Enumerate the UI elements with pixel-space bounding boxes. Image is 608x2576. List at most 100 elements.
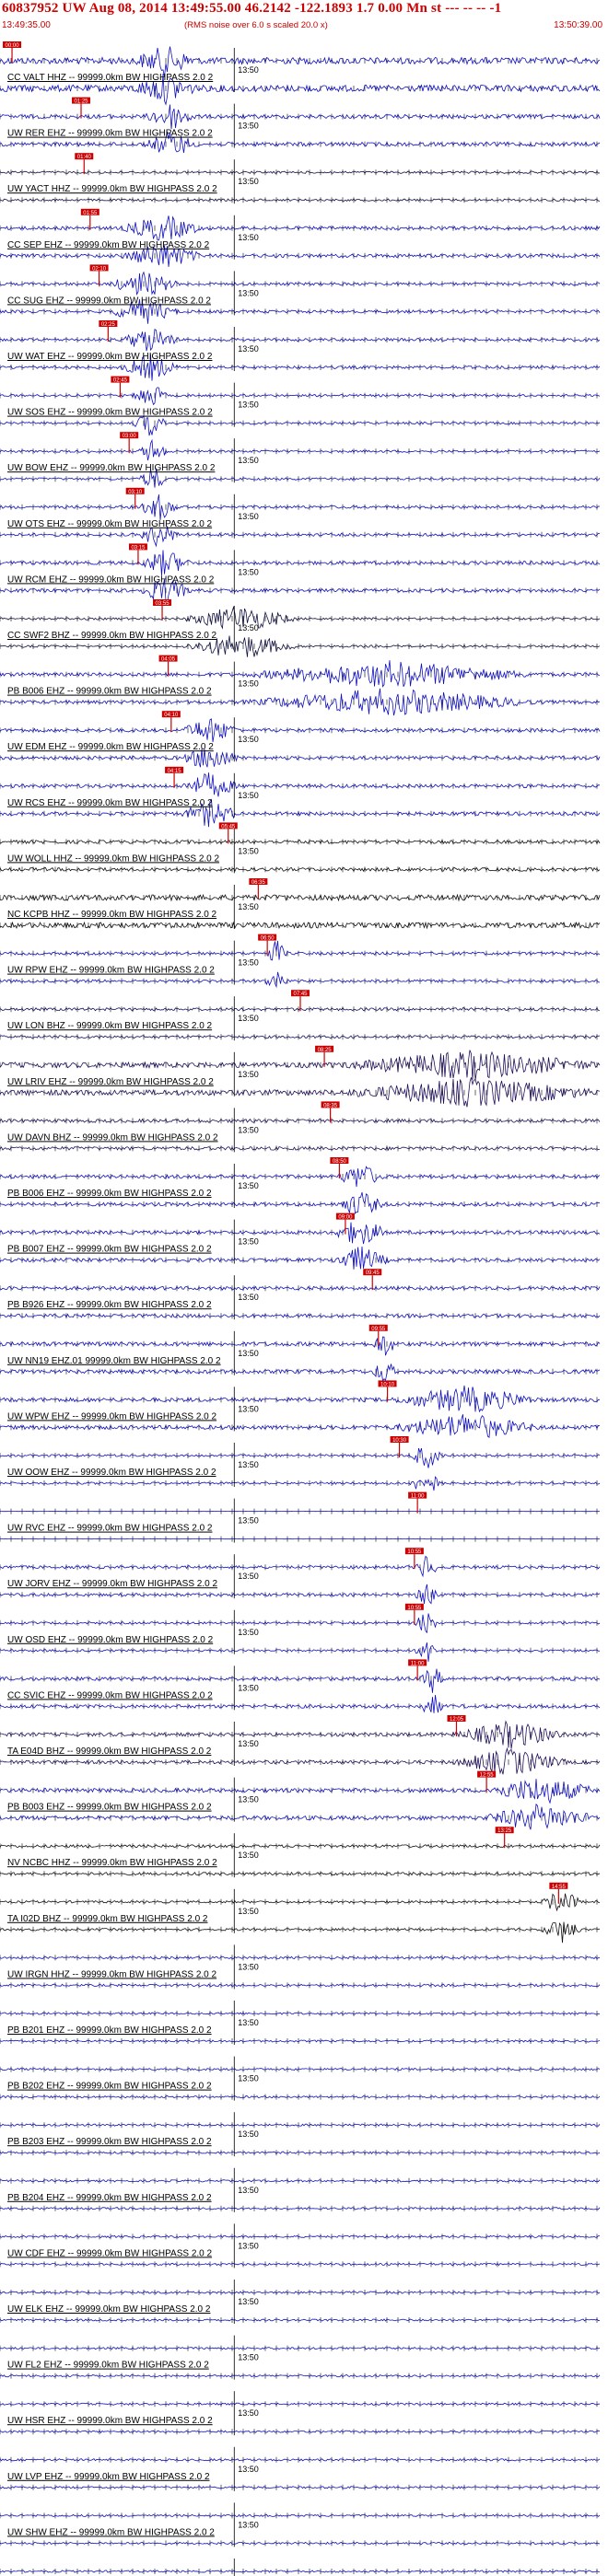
waveform bbox=[0, 660, 601, 688]
waveform bbox=[0, 2094, 601, 2099]
station-label: PB B926 EHZ -- 99999.0km BW HIGHPASS 2.0… bbox=[7, 1300, 212, 1310]
waveform bbox=[0, 2513, 601, 2518]
minute-label: 13:50 bbox=[238, 2465, 259, 2474]
trace-CC.SWF2.BHZ: CC SWF2 BHZ -- 99999.0km BW HIGHPASS 2.0… bbox=[0, 599, 601, 657]
minute-label: 13:50 bbox=[238, 791, 259, 800]
trace-UW.LVP.EHZ: UW LVP EHZ -- 99999.0km BW HIGHPASS 2.0 … bbox=[0, 2446, 601, 2491]
waveform bbox=[0, 2012, 601, 2015]
waveform bbox=[0, 605, 601, 630]
minute-label: 13:50 bbox=[238, 1293, 259, 1302]
waveform bbox=[0, 2262, 601, 2267]
station-label: CC SVIC EHZ -- 99999.0km BW HIGHPASS 2.0… bbox=[7, 1690, 213, 1700]
station-label: UW YACT HHZ -- 99999.0km BW HIGHPASS 2.0… bbox=[7, 184, 217, 194]
waveform bbox=[0, 271, 601, 296]
waveform bbox=[0, 2039, 601, 2043]
station-label: TA E04D BHZ -- 99999.0km BW HIGHPASS 2.0… bbox=[7, 1746, 212, 1757]
waveform bbox=[0, 494, 601, 520]
minute-label: 13:50 bbox=[238, 2018, 259, 2027]
time-ticks bbox=[0, 1368, 598, 1375]
station-label: PB B006 EHZ -- 99999.0km BW HIGHPASS 2.0… bbox=[7, 687, 212, 697]
minute-label: 13:50 bbox=[238, 1795, 259, 1804]
waveform bbox=[0, 2151, 601, 2154]
trace-UW.RVC.EHZ: UW RVC EHZ -- 99999.0km BW HIGHPASS 2.0 … bbox=[0, 1491, 601, 1543]
time-ticks bbox=[0, 950, 598, 957]
waveform bbox=[0, 1034, 601, 1039]
station-label: CC VALT HHZ -- 99999.0km BW HIGHPASS 2.0… bbox=[7, 73, 214, 83]
trace-PB.B006.EHZ: PB B006 EHZ -- 99999.0km BW HIGHPASS 2.0… bbox=[0, 655, 601, 716]
trace-UW.CDF.EHZ: UW CDF EHZ -- 99999.0km BW HIGHPASS 2.0 … bbox=[0, 2223, 601, 2269]
station-label: NV NCBC HHZ -- 99999.0km BW HIGHPASS 2.0… bbox=[7, 1858, 217, 1868]
trace-PB.B003.EHZ: PB B003 EHZ -- 99999.0km BW HIGHPASS 2.0… bbox=[0, 1770, 601, 1830]
station-label: PB B006 EHZ -- 99999.0km BW HIGHPASS 2.0… bbox=[7, 1189, 212, 1199]
station-label: PB B204 EHZ -- 99999.0km BW HIGHPASS 2.0… bbox=[7, 2193, 212, 2203]
waveform bbox=[0, 1843, 601, 1849]
station-label: UW WPW EHZ -- 99999.0km BW HIGHPASS 2.0 … bbox=[7, 1411, 217, 1421]
waveform bbox=[0, 866, 601, 873]
station-label: UW HSR EHZ -- 99999.0km BW HIGHPASS 2.0 … bbox=[7, 2416, 213, 2426]
minute-label: 13:50 bbox=[238, 1907, 259, 1916]
waveform bbox=[0, 1921, 601, 1944]
waveform bbox=[0, 921, 601, 930]
waveform bbox=[0, 2373, 601, 2378]
trace-PB.B006.EHZ: PB B006 EHZ -- 99999.0km BW HIGHPASS 2.0… bbox=[0, 1157, 601, 1214]
minute-label: 13:50 bbox=[238, 1125, 259, 1134]
waveform bbox=[0, 1893, 601, 1912]
waveform bbox=[0, 414, 601, 436]
trace-UW.OTS.EHZ: UW OTS EHZ -- 99999.0km BW HIGHPASS 2.0 … bbox=[0, 487, 601, 548]
minute-label: 13:50 bbox=[238, 456, 259, 465]
waveform bbox=[0, 893, 601, 902]
station-label: UW LON BHZ -- 99999.0km BW HIGHPASS 2.0 … bbox=[7, 1021, 213, 1031]
time-ticks bbox=[0, 252, 598, 259]
trace-UW.HSR.EHZ: UW HSR EHZ -- 99999.0km BW HIGHPASS 2.0 … bbox=[0, 2391, 601, 2436]
trace-PB.B202.EHZ: PB B202 EHZ -- 99999.0km BW HIGHPASS 2.0… bbox=[0, 2056, 601, 2101]
trace-UW.SHW.EHZ: UW SHW EHZ -- 99999.0km BW HIGHPASS 2.0 … bbox=[0, 2502, 601, 2547]
waveform bbox=[0, 2346, 601, 2350]
minute-label: 13:50 bbox=[238, 512, 259, 521]
minute-label: 13:50 bbox=[238, 1070, 259, 1079]
minute-label: 13:50 bbox=[238, 1962, 259, 1971]
minute-label: 13:50 bbox=[238, 679, 259, 689]
waveform bbox=[0, 1336, 601, 1356]
minute-label: 13:50 bbox=[238, 735, 259, 744]
trace-UW.LON.BHZ: UW LON BHZ -- 99999.0km BW HIGHPASS 2.0 … bbox=[0, 990, 601, 1041]
station-label: PB B003 EHZ -- 99999.0km BW HIGHPASS 2.0… bbox=[7, 1803, 212, 1813]
minute-label: 13:50 bbox=[238, 2241, 259, 2250]
station-label: UW RPW EHZ -- 99999.0km BW HIGHPASS 2.0 … bbox=[7, 966, 215, 976]
waveform bbox=[0, 1955, 601, 1960]
waveform bbox=[0, 839, 601, 845]
waveform bbox=[0, 387, 601, 406]
minute-label: 13:50 bbox=[238, 288, 259, 297]
station-label: UW RCS EHZ -- 99999.0km BW HIGHPASS 2.0 … bbox=[7, 798, 213, 808]
station-label: TA I02D BHZ -- 99999.0km BW HIGHPASS 2.0… bbox=[7, 1914, 208, 1924]
waveform bbox=[0, 2486, 601, 2489]
minute-label: 13:50 bbox=[238, 958, 259, 968]
waveform bbox=[0, 1871, 601, 1876]
time-ticks bbox=[0, 2456, 598, 2463]
waveform bbox=[0, 438, 601, 461]
trace-UW.WAT.EHZ: UW WAT EHZ -- 99999.0km BW HIGHPASS 2.0 … bbox=[0, 320, 601, 381]
minute-label: 13:50 bbox=[238, 1404, 259, 1413]
time-ticks bbox=[0, 420, 598, 426]
trace-UW.FL2.EHZ: UW FL2 EHZ -- 99999.0km BW HIGHPASS 2.0 … bbox=[0, 2335, 601, 2380]
waveform bbox=[0, 170, 601, 174]
station-label: UW RCM EHZ -- 99999.0km BW HIGHPASS 2.0 … bbox=[7, 574, 215, 585]
minute-label: 13:50 bbox=[238, 2353, 259, 2362]
trace-TA.I02D.BHZ: TA I02D BHZ -- 99999.0km BW HIGHPASS 2.0… bbox=[0, 1882, 601, 1944]
waveform bbox=[0, 1222, 601, 1245]
minute-label: 13:50 bbox=[238, 2074, 259, 2083]
waveform bbox=[0, 1313, 601, 1318]
minute-label: 13:50 bbox=[238, 1237, 259, 1247]
minute-label: 13:50 bbox=[238, 1739, 259, 1748]
waveform bbox=[0, 1983, 601, 1988]
minute-label: 13:50 bbox=[238, 1014, 259, 1023]
trace-UW.EDM.EHZ: UW EDM EHZ -- 99999.0km BW HIGHPASS 2.0 … bbox=[0, 711, 601, 768]
trace-UW.YACT.HHZ: UW YACT HHZ -- 99999.0km BW HIGHPASS 2.0… bbox=[0, 153, 601, 204]
station-label: CC SWF2 BHZ -- 99999.0km BW HIGHPASS 2.0… bbox=[7, 631, 217, 641]
time-ticks bbox=[0, 1285, 598, 1292]
trace-UW.BOW.EHZ: UW BOW EHZ -- 99999.0km BW HIGHPASS 2.0 … bbox=[0, 432, 601, 488]
minute-label: 13:50 bbox=[238, 344, 259, 354]
minute-label: 13:50 bbox=[238, 65, 259, 75]
minute-label: 13:50 bbox=[238, 177, 259, 186]
trace-PB.B926.EHZ: PB B926 EHZ -- 99999.0km BW HIGHPASS 2.0… bbox=[0, 1269, 601, 1320]
trace-NV.NCBC.HHZ: NV NCBC HHZ -- 99999.0km BW HIGHPASS 2.0… bbox=[0, 1827, 601, 1878]
